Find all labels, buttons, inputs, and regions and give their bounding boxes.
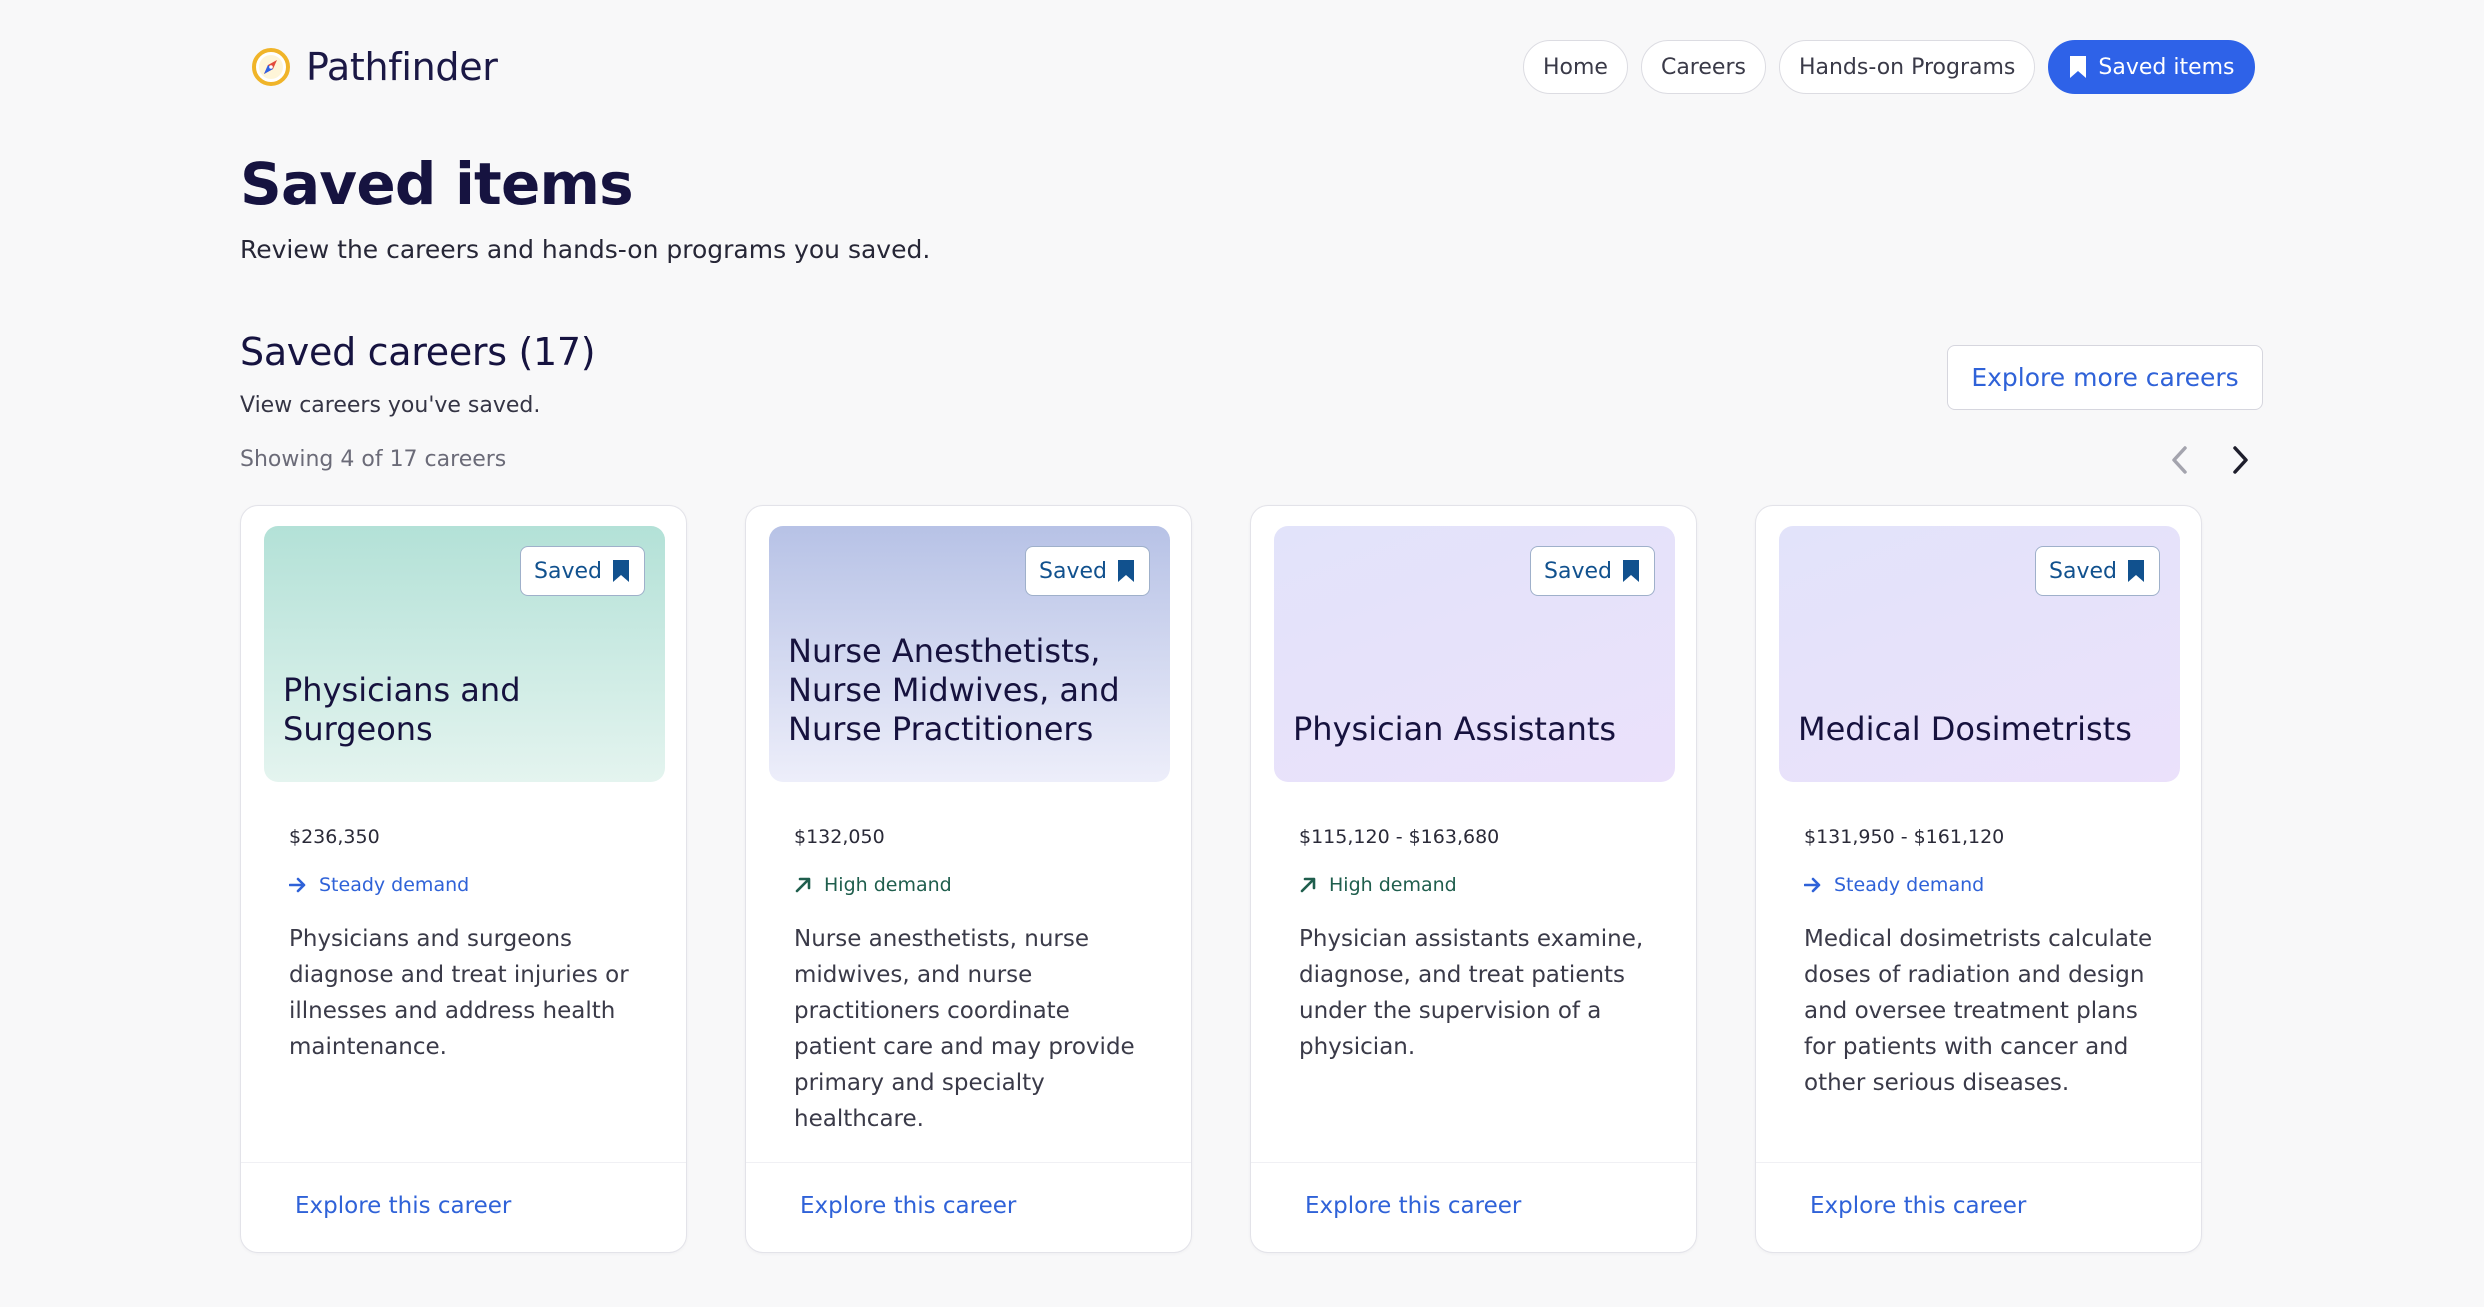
nav-hands-on-programs[interactable]: Hands-on Programs (1778, 40, 2036, 94)
nav-home[interactable]: Home (1523, 40, 1628, 94)
career-card-banner: Saved Nurse Anesthetists, Nurse Midwives… (769, 526, 1170, 782)
compass-icon (252, 48, 290, 86)
arrow-right-icon (1804, 877, 1821, 893)
career-card: Saved Physician Assistants $115,120 - $1… (1250, 505, 1697, 1253)
saved-careers-subtitle: View careers you've saved. (240, 393, 541, 418)
carousel-prev-button[interactable] (2158, 438, 2202, 482)
career-salary: $236,350 (289, 826, 380, 848)
arrow-right-icon (289, 877, 306, 893)
nav-careers[interactable]: Careers (1640, 40, 1766, 94)
demand-label: High demand (824, 874, 952, 896)
top-nav: Home Careers Hands-on Programs Saved ite… (1523, 40, 2255, 94)
demand-indicator: High demand (1299, 874, 1457, 896)
career-description: Physicians and surgeons diagnose and tre… (289, 926, 629, 1060)
explore-career-link[interactable]: Explore this career (295, 1193, 511, 1219)
saved-careers-carousel: Saved Physicians and Surgeons $236,350 S… (240, 505, 2202, 1253)
bookmark-icon (2070, 56, 2087, 78)
career-card-banner: Saved Physician Assistants (1274, 526, 1675, 782)
card-footer: Explore this career (746, 1162, 1191, 1252)
demand-indicator: High demand (794, 874, 952, 896)
career-description: Physician assistants examine, diagnose, … (1299, 926, 1644, 1060)
career-card-banner: Saved Medical Dosimetrists (1779, 526, 2180, 782)
explore-career-link[interactable]: Explore this career (800, 1193, 1016, 1219)
saved-toggle-button[interactable]: Saved (1530, 546, 1655, 596)
arrow-up-right-icon (1300, 877, 1316, 893)
career-description: Nurse anesthetists, nurse midwives, and … (794, 926, 1135, 1132)
demand-label: Steady demand (1834, 874, 1985, 896)
saved-careers-title: Saved careers (17) (240, 330, 596, 374)
saved-label: Saved (2049, 558, 2117, 584)
career-card: Saved Physicians and Surgeons $236,350 S… (240, 505, 687, 1253)
arrow-up-right-icon (795, 877, 811, 893)
nav-home-label: Home (1543, 54, 1608, 80)
career-card: Saved Medical Dosimetrists $131,950 - $1… (1755, 505, 2202, 1253)
page: Pathfinder Home Careers Hands-on Program… (0, 0, 2484, 1307)
card-footer: Explore this career (1756, 1162, 2201, 1252)
saved-toggle-button[interactable]: Saved (1025, 546, 1150, 596)
bookmark-icon (1623, 560, 1639, 582)
card-footer: Explore this career (241, 1162, 686, 1252)
nav-saved-items[interactable]: Saved items (2048, 40, 2255, 94)
chevron-right-icon (2233, 446, 2248, 474)
explore-career-link[interactable]: Explore this career (1305, 1193, 1521, 1219)
card-footer: Explore this career (1251, 1162, 1696, 1252)
career-title: Physician Assistants (1293, 710, 1617, 748)
showing-count: Showing 4 of 17 careers (240, 447, 507, 472)
explore-career-link[interactable]: Explore this career (1810, 1193, 2026, 1219)
career-title: Nurse Anesthetists, Nurse Midwives, and … (788, 632, 1120, 748)
career-description: Medical dosimetrists calculate doses of … (1804, 926, 2153, 1096)
career-salary: $132,050 (794, 826, 885, 848)
career-title: Medical Dosimetrists (1798, 710, 2132, 748)
career-card-banner: Saved Physicians and Surgeons (264, 526, 665, 782)
saved-label: Saved (534, 558, 602, 584)
bookmark-icon (2128, 560, 2144, 582)
page-title: Saved items (240, 150, 634, 218)
saved-label: Saved (1039, 558, 1107, 584)
career-salary: $131,950 - $161,120 (1804, 826, 2005, 848)
carousel-next-button[interactable] (2218, 438, 2262, 482)
bookmark-icon (613, 560, 629, 582)
explore-more-careers-button[interactable]: Explore more careers (1947, 345, 2263, 410)
saved-toggle-button[interactable]: Saved (520, 546, 645, 596)
saved-toggle-button[interactable]: Saved (2035, 546, 2160, 596)
career-card: Saved Nurse Anesthetists, Nurse Midwives… (745, 505, 1192, 1253)
nav-careers-label: Careers (1660, 54, 1746, 80)
demand-indicator: Steady demand (289, 874, 469, 896)
demand-label: Steady demand (319, 874, 470, 896)
nav-hands-on-programs-label: Hands-on Programs (1798, 54, 2016, 80)
career-salary: $115,120 - $163,680 (1299, 826, 1500, 848)
nav-saved-items-label: Saved items (2098, 54, 2235, 80)
bookmark-icon (1118, 560, 1134, 582)
demand-label: High demand (1329, 874, 1457, 896)
brand[interactable]: Pathfinder (250, 40, 498, 94)
career-title: Physicians and Surgeons (283, 671, 521, 748)
saved-label: Saved (1544, 558, 1612, 584)
page-subtitle: Review the careers and hands-on programs… (240, 235, 931, 264)
chevron-left-icon (2172, 446, 2187, 474)
demand-indicator: Steady demand (1804, 874, 1984, 896)
brand-name: Pathfinder (306, 45, 498, 89)
